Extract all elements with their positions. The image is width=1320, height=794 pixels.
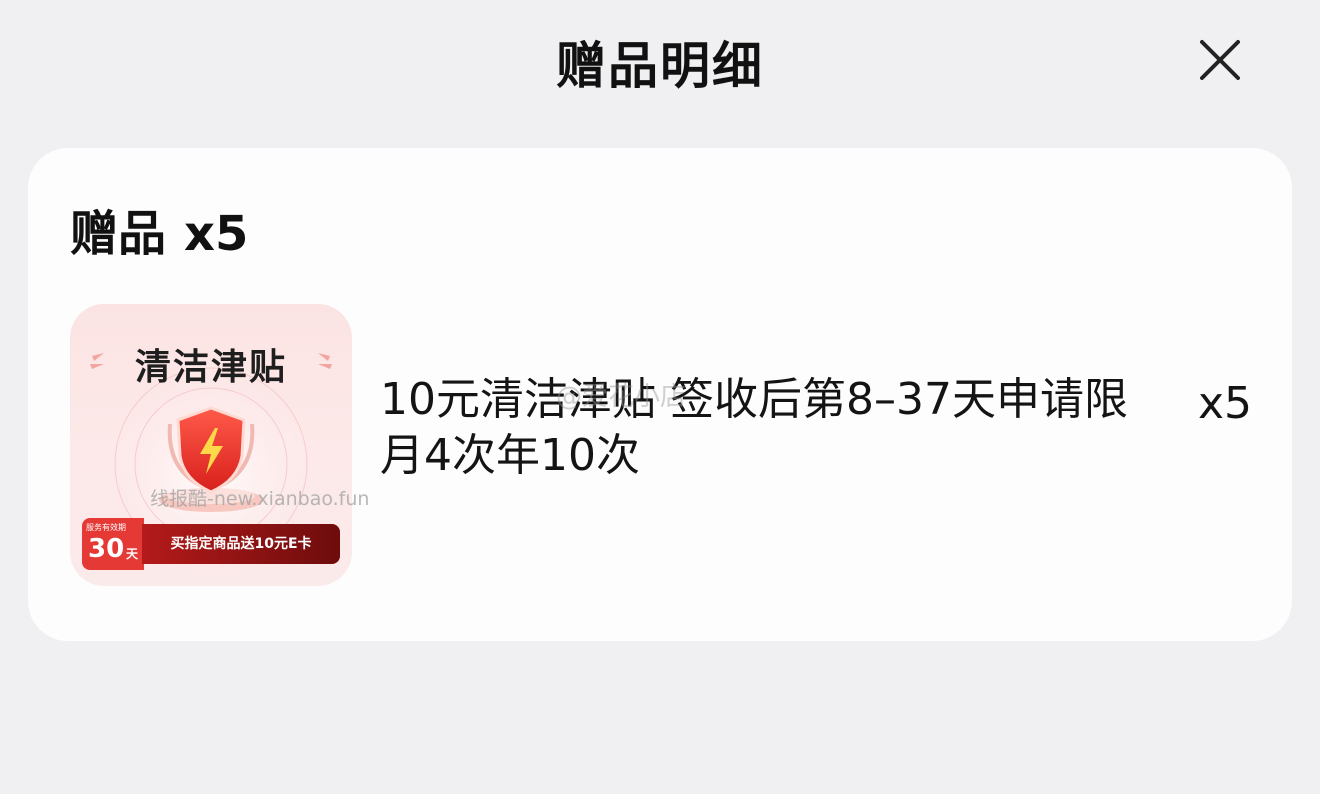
gift-section-label: 赠品 xyxy=(70,206,167,262)
close-icon[interactable] xyxy=(1194,34,1246,86)
badge-days-box: 服务有效期 30 天 xyxy=(82,518,144,570)
page-title: 赠品明细 xyxy=(556,37,764,95)
watermark-overlay: @爱花小店 xyxy=(556,382,687,412)
badge-validity-label: 服务有效期 xyxy=(86,523,126,532)
badge-days-unit: 天 xyxy=(126,547,139,561)
gift-thumbnail[interactable]: 清洁津贴 服务有效期 30 天 买指定商品送10元E卡 xyxy=(70,304,352,586)
gift-details-sheet: 赠品明细 赠品 x5 清洁津贴 服务有效期 30 天 买指定商品送10元E卡 1… xyxy=(0,0,1320,794)
close-button[interactable] xyxy=(1194,34,1246,86)
gift-section-title: 赠品 x5 xyxy=(70,194,248,264)
watermark-text: 线报酷-new.xianbao.fun xyxy=(150,488,370,510)
gift-section-count: x5 xyxy=(184,206,249,262)
gift-item-quantity: x5 xyxy=(1198,378,1253,429)
badge-promo-text: 买指定商品送10元E卡 xyxy=(142,524,340,564)
badge-days-value: 30 xyxy=(88,534,125,564)
thumbnail-badge: 服务有效期 30 天 买指定商品送10元E卡 xyxy=(82,518,340,570)
gift-item-name: 10元清洁津贴 签收后第8–37天申请限月4次年10次 xyxy=(380,374,1128,481)
